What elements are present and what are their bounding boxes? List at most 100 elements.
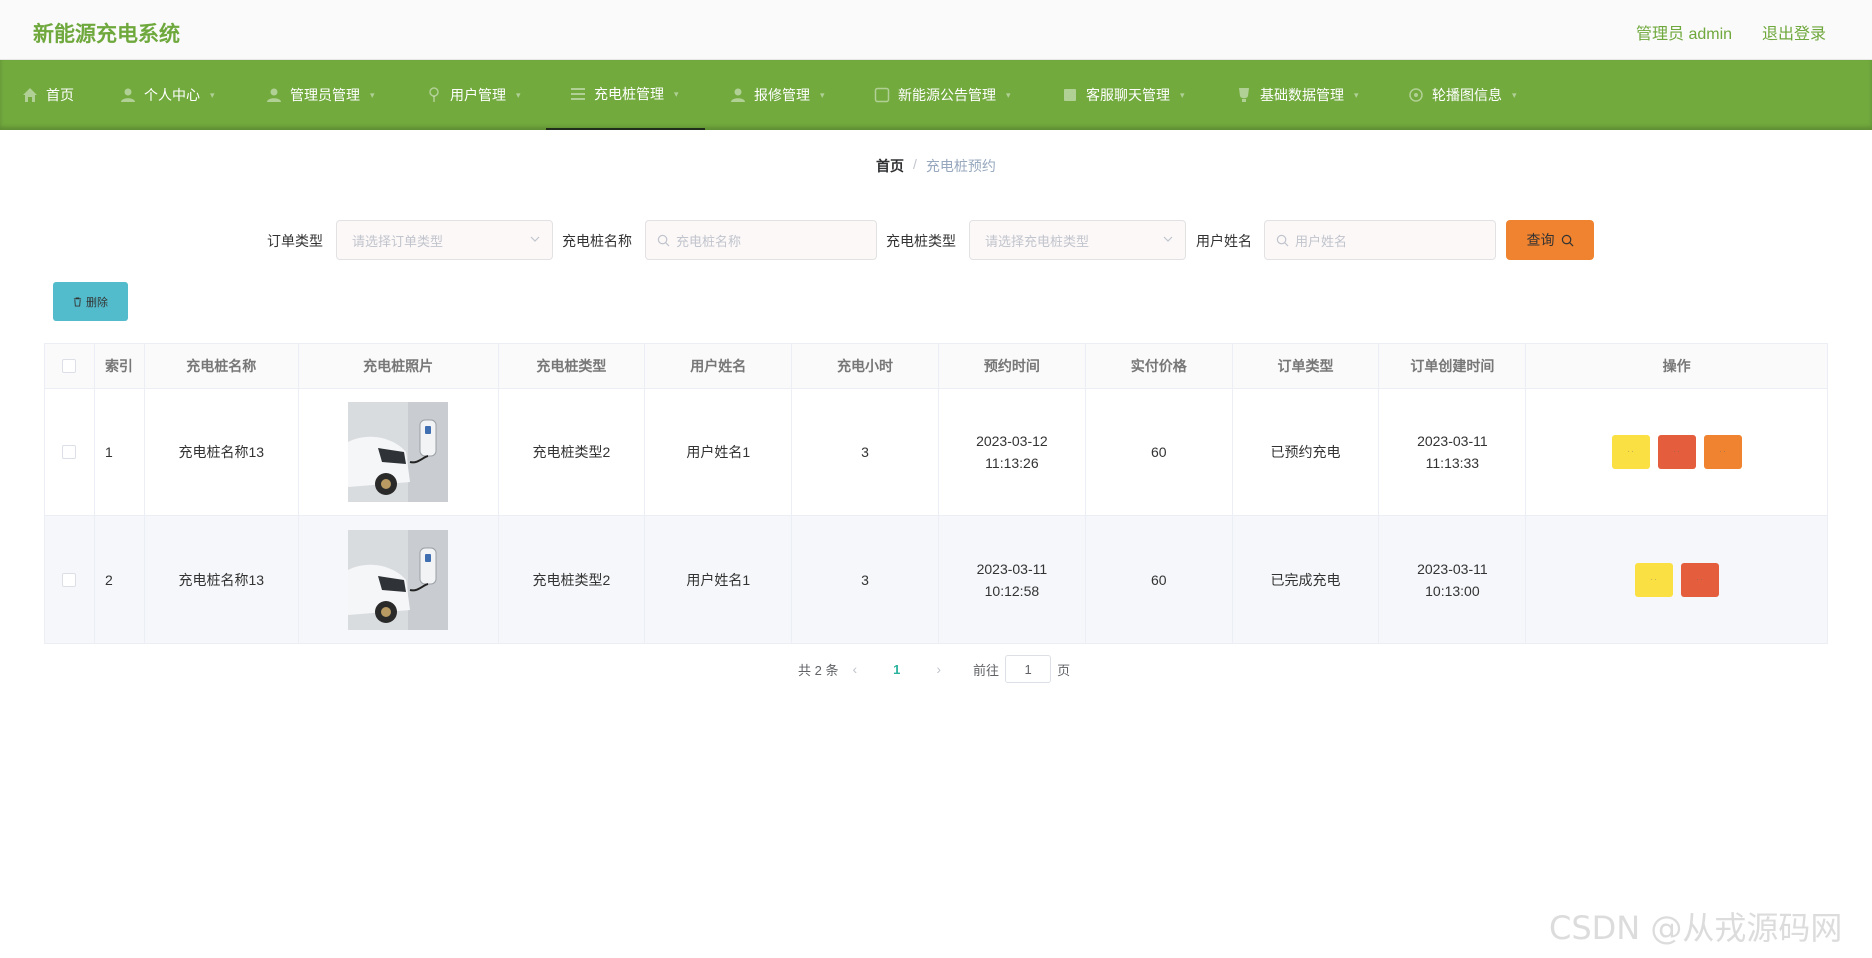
current-user: 管理员 admin: [1636, 26, 1733, 43]
header-order-type: 订单类型: [1233, 344, 1380, 388]
select-cell: [45, 389, 95, 515]
user-icon: [267, 88, 281, 102]
reserve-time-text: 2023-03-11 10:12:58: [976, 560, 1048, 599]
cell-hours: 3: [792, 389, 939, 515]
delete-button[interactable]: 删除: [53, 282, 128, 321]
breadcrumb-home[interactable]: 首页: [876, 156, 904, 176]
breadcrumb-current: 充电桩预约: [925, 158, 996, 174]
cell-hours: 3: [792, 516, 939, 643]
charging-car-photo[interactable]: [348, 529, 449, 630]
chevron-down-icon: [530, 236, 540, 242]
nav-label: 个人中心: [144, 87, 200, 103]
nav-label: 新能源公告管理: [898, 87, 996, 103]
nav-item-pile[interactable]: 充电桩管理 ▾: [546, 60, 705, 130]
user-name-input[interactable]: 用户姓名: [1264, 220, 1496, 260]
header-price: 实付价格: [1086, 344, 1233, 388]
next-page-button[interactable]: ›: [936, 661, 941, 677]
nav-label: 基础数据管理: [1260, 87, 1344, 103]
main-nav: 首页 个人中心 ▾ 管理员管理 ▾ 用户管理 ▾ 充电桩管理 ▾ 报修管理 ▾ …: [0, 60, 1872, 130]
chevron-down-icon: ▾: [1354, 89, 1359, 100]
confirm-button[interactable]: · ·: [1703, 435, 1742, 469]
table-row: 2 充电桩名称13 充电桩类型2 用户姓名1 3 2023-03-11 10:1…: [45, 516, 1827, 643]
cell-reserve-time: 2023-03-11 10:12:58: [939, 516, 1086, 643]
delete-row-button[interactable]: · ·: [1657, 435, 1696, 469]
view-button[interactable]: · ·: [1611, 435, 1650, 469]
gear-icon: [1409, 88, 1423, 102]
select-all-checkbox[interactable]: [62, 359, 77, 373]
pile-type-select[interactable]: 请选择充电桩类型: [969, 220, 1186, 260]
header-select-cell: [45, 344, 95, 388]
chevron-down-icon: ▾: [210, 89, 215, 100]
order-type-select[interactable]: 请选择订单类型: [336, 220, 553, 260]
nav-item-chat[interactable]: 客服聊天管理 ▾: [1062, 60, 1185, 130]
chevron-down-icon: ▾: [370, 89, 375, 100]
nav-item-admin[interactable]: 管理员管理 ▾: [266, 60, 375, 130]
cell-price: 60: [1086, 389, 1233, 515]
cell-reserve-time: 2023-03-12 11:13:26: [939, 389, 1086, 515]
cell-index: 1: [95, 389, 145, 515]
cell-pile-type: 充电桩类型2: [499, 389, 646, 515]
home-icon: [23, 88, 37, 102]
table-row: 1 充电桩名称13 充电桩类型2 用户姓名1 3 2023-03-12 11:1…: [45, 389, 1827, 516]
query-label: 查询: [1526, 232, 1555, 248]
search-icon: [1276, 234, 1289, 246]
nav-label: 管理员管理: [290, 87, 360, 103]
charging-car-photo[interactable]: [348, 402, 449, 502]
nav-item-carousel[interactable]: 轮播图信息 ▾: [1408, 60, 1517, 130]
cell-created: 2023-03-11 11:13:33: [1379, 389, 1527, 515]
cell-index: 2: [95, 516, 145, 643]
row-checkbox[interactable]: [62, 572, 77, 587]
watermark: CSDN @从戎源码网: [1549, 909, 1843, 947]
cell-created: 2023-03-11 10:13:00: [1379, 516, 1527, 643]
search-icon: [1561, 234, 1573, 246]
cell-pile-name: 充电桩名称13: [145, 516, 299, 643]
header-user-name: 用户姓名: [645, 344, 793, 388]
chevron-down-icon: ▾: [1180, 89, 1185, 100]
table-header: 索引 充电桩名称 充电桩照片 充电桩类型 用户姓名 充电小时 预约时间 实付价格…: [45, 344, 1827, 389]
page-number-1[interactable]: 1: [893, 662, 900, 677]
select-cell: [45, 516, 95, 643]
query-button[interactable]: 查询: [1506, 220, 1594, 260]
pager-total: 共 2 条: [798, 662, 839, 678]
goto-label: 前往: [973, 662, 1000, 678]
created-text: 2023-03-11 10:13:00: [1417, 560, 1488, 599]
list-icon: [571, 88, 585, 100]
nav-item-repair[interactable]: 报修管理 ▾: [730, 60, 825, 130]
nav-label: 客服聊天管理: [1086, 87, 1170, 103]
reservation-table: 索引 充电桩名称 充电桩照片 充电桩类型 用户姓名 充电小时 预约时间 实付价格…: [44, 343, 1828, 644]
breadcrumb: 首页 / 充电桩预约: [876, 156, 996, 176]
user-name-placeholder: 用户姓名: [1295, 233, 1348, 249]
view-button[interactable]: · ·: [1634, 562, 1673, 597]
delete-row-button[interactable]: · ·: [1680, 562, 1719, 597]
user-pin-icon: [429, 87, 439, 102]
cell-order-type: 已预约充电: [1233, 389, 1380, 515]
nav-label: 充电桩管理: [594, 86, 664, 102]
cell-pile-photo: [299, 516, 499, 643]
prev-page-button[interactable]: ‹: [852, 661, 857, 677]
reserve-time-text: 2023-03-12 11:13:26: [976, 433, 1048, 471]
user-name-label: 用户姓名: [1196, 233, 1252, 249]
pile-type-placeholder: 请选择充电桩类型: [985, 233, 1090, 249]
cell-price: 60: [1086, 516, 1233, 643]
goto-page-input[interactable]: [1005, 655, 1052, 683]
chevron-down-icon: ▾: [1512, 89, 1517, 100]
cell-pile-name: 充电桩名称13: [145, 389, 299, 515]
logout-link[interactable]: 退出登录: [1762, 20, 1826, 44]
nav-item-basic-data[interactable]: 基础数据管理 ▾: [1236, 60, 1359, 130]
cell-pile-type: 充电桩类型2: [499, 516, 646, 643]
header-pile-photo: 充电桩照片: [299, 344, 499, 388]
cup-icon: [1239, 88, 1249, 102]
header-actions: 操作: [1662, 358, 1691, 374]
order-type-placeholder: 请选择订单类型: [352, 233, 444, 249]
nav-item-notice[interactable]: 新能源公告管理 ▾: [874, 60, 1011, 130]
nav-item-home[interactable]: 首页: [22, 60, 74, 130]
nav-item-profile[interactable]: 个人中心 ▾: [120, 60, 215, 130]
chevron-down-icon: ▾: [674, 88, 679, 99]
pile-type-label: 充电桩类型: [886, 233, 956, 249]
nav-item-users[interactable]: 用户管理 ▾: [426, 60, 521, 130]
top-bar: 新能源充电系统 管理员 admin 退出登录: [0, 0, 1872, 60]
pile-name-input[interactable]: 充电桩名称: [645, 220, 877, 260]
row-checkbox[interactable]: [62, 445, 77, 459]
header-created: 订单创建时间: [1379, 344, 1527, 388]
cell-user-name: 用户姓名1: [645, 516, 793, 643]
